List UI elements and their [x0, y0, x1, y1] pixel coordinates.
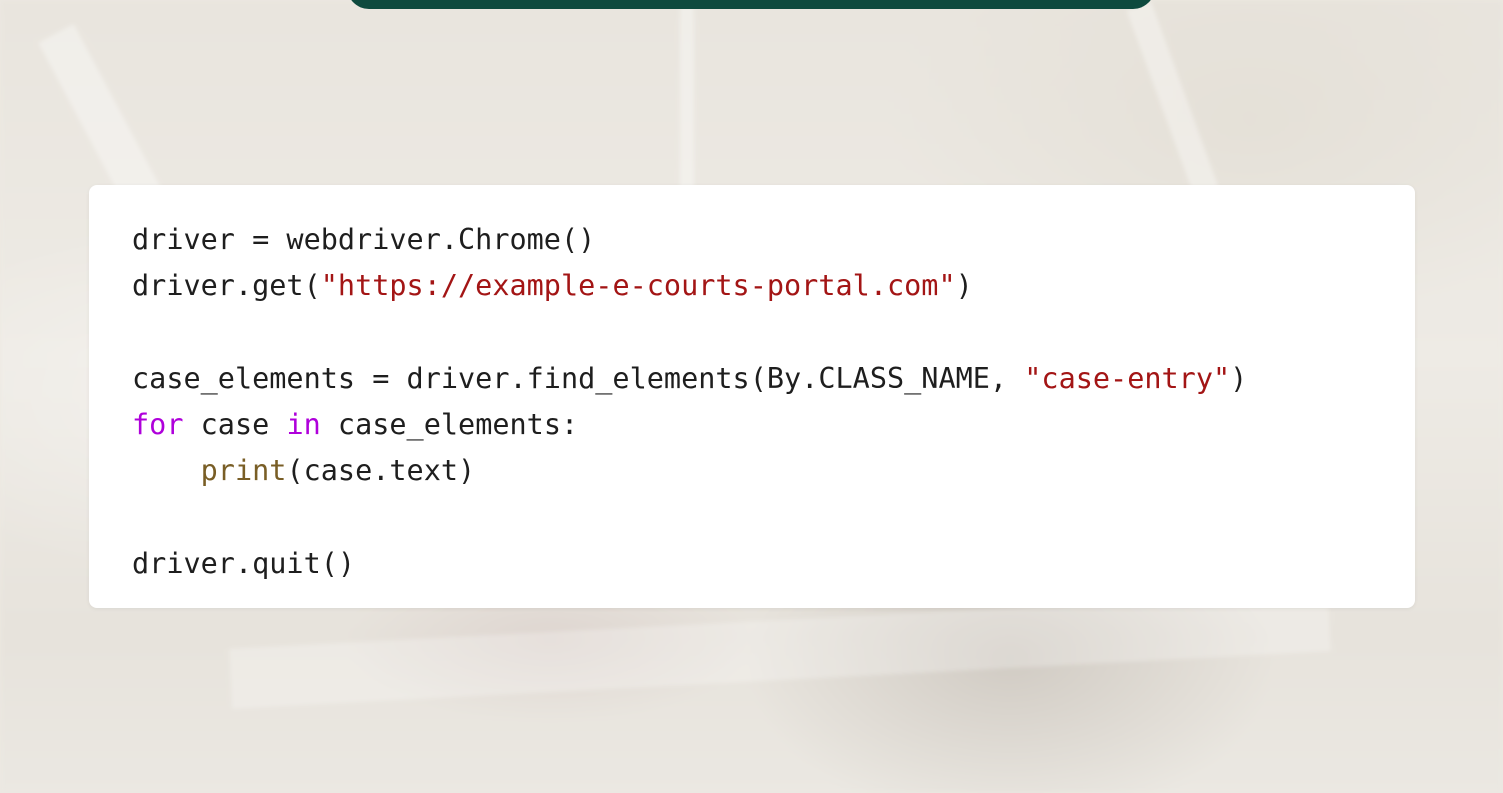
keyword: in — [286, 408, 321, 442]
background-streak — [229, 591, 1331, 709]
code-text: ) — [955, 269, 973, 303]
code-text: case_elements = driver.find_elements(By.… — [132, 361, 1025, 395]
code-block: driver = webdriver.Chrome() driver.get("h… — [132, 217, 1247, 587]
code-line: driver.get("https://example-e-courts-por… — [132, 263, 1247, 309]
background-streak — [680, 0, 694, 190]
background-streak — [1126, 1, 1220, 199]
code-text: driver = webdriver.Chrome() — [132, 223, 596, 256]
code-line: driver = webdriver.Chrome() — [132, 217, 1247, 263]
string-literal: "https://example-e-courts-portal.com" — [320, 269, 956, 303]
code-text: ) — [1230, 361, 1248, 395]
top-banner — [347, 0, 1155, 9]
code-line: case_elements = driver.find_elements(By.… — [132, 356, 1247, 402]
code-text: (case.text) — [286, 454, 476, 488]
code-line: driver.quit() — [132, 541, 1247, 587]
code-text: case_elements: — [320, 408, 579, 442]
string-literal: "case-entry" — [1024, 361, 1231, 395]
builtin-function: print — [200, 454, 287, 488]
code-text: case — [183, 408, 287, 442]
code-line: for case in case_elements: — [132, 402, 1247, 448]
keyword: for — [132, 408, 184, 442]
code-text: driver.quit() — [132, 547, 356, 581]
code-text: driver.get( — [132, 269, 321, 303]
code-line: print(case.text) — [132, 448, 1247, 494]
